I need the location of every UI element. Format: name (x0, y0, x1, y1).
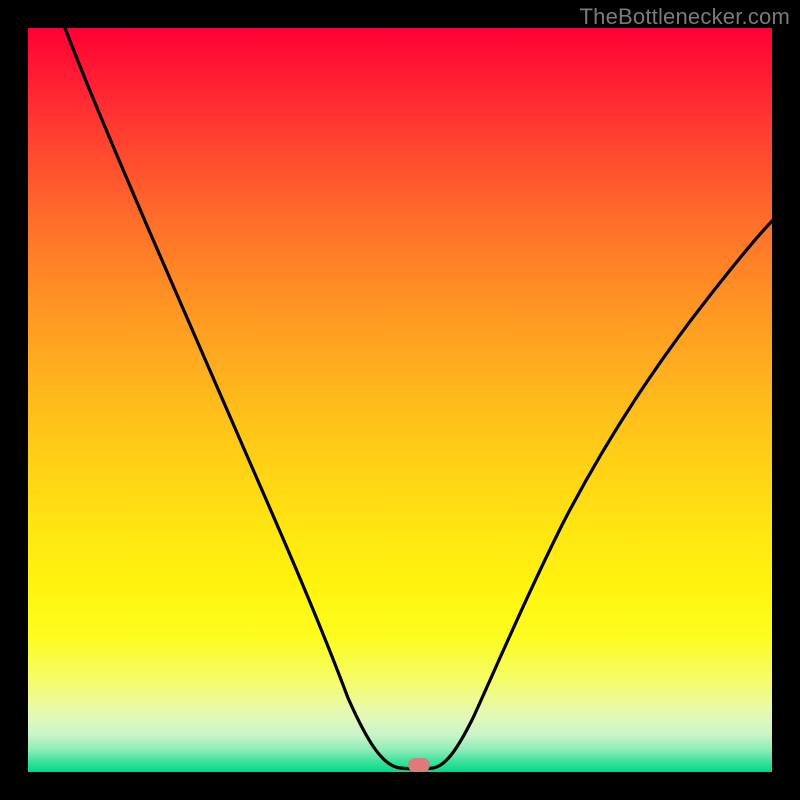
optimal-point-marker (408, 758, 430, 772)
bottleneck-curve (65, 28, 772, 769)
curve-svg (28, 28, 772, 772)
watermark-text: TheBottlenecker.com (580, 4, 790, 30)
chart-container: TheBottlenecker.com (0, 0, 800, 800)
plot-area (28, 28, 772, 772)
